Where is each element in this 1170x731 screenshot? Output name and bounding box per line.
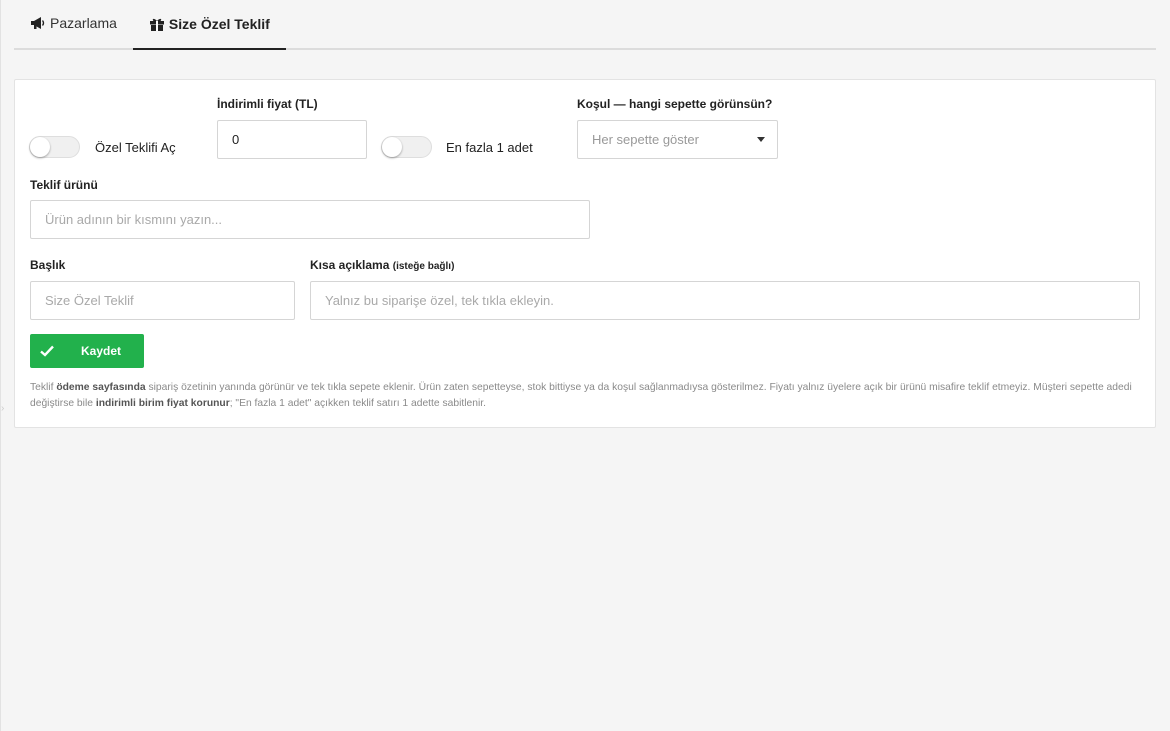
max-one-toggle[interactable] <box>381 136 432 158</box>
caret-down-icon <box>757 137 765 142</box>
tab-bar: Pazarlama Size Özel Teklif <box>14 0 1156 50</box>
help-text-part: Teklif <box>30 382 57 393</box>
condition-selected-value: Her sepette göster <box>592 132 699 147</box>
tab-pazarlama[interactable]: Pazarlama <box>14 0 133 48</box>
toggle-knob <box>382 137 402 157</box>
condition-label: Koşul — hangi sepette görünsün? <box>577 97 773 111</box>
product-label: Teklif ürünü <box>30 178 98 192</box>
condition-select[interactable]: Her sepette göster <box>577 120 778 159</box>
title-input[interactable] <box>30 281 295 320</box>
help-text: Teklif ödeme sayfasında sipariş özetinin… <box>30 380 1140 412</box>
help-text-part: ; "En fazla 1 adet" açıkken teklif satır… <box>229 398 486 409</box>
save-button-label: Kaydet <box>80 344 121 358</box>
max-one-label: En fazla 1 adet <box>446 140 533 155</box>
chevron-right-icon: › <box>1 403 5 414</box>
check-icon <box>30 334 64 368</box>
save-button[interactable]: Kaydet <box>30 334 144 368</box>
description-label: Kısa açıklama (isteğe bağlı) <box>310 258 454 272</box>
offer-enable-toggle[interactable] <box>29 136 80 158</box>
product-search-input[interactable] <box>30 200 590 239</box>
help-text-emphasis: ödeme sayfasında <box>56 382 146 393</box>
megaphone-icon <box>30 16 46 30</box>
offer-enable-label: Özel Teklifi Aç <box>95 140 176 155</box>
price-input[interactable] <box>217 120 367 159</box>
gift-icon <box>149 17 165 31</box>
offer-settings-panel: Özel Teklifi Aç İndirimli fiyat (TL) En … <box>14 79 1156 428</box>
tab-size-ozel-teklif-label: Size Özel Teklif <box>168 16 270 32</box>
description-input[interactable] <box>310 281 1140 320</box>
description-label-note: (isteğe bağlı) <box>392 261 455 272</box>
title-label: Başlık <box>30 258 66 272</box>
tab-pazarlama-label: Pazarlama <box>50 15 117 31</box>
left-edge-border <box>0 0 1 731</box>
toggle-knob <box>30 137 50 157</box>
help-text-emphasis: indirimli birim fiyat korunur <box>95 398 230 409</box>
price-label: İndirimli fiyat (TL) <box>217 97 318 111</box>
tab-size-ozel-teklif[interactable]: Size Özel Teklif <box>132 0 286 50</box>
description-label-text: Kısa açıklama <box>310 258 390 272</box>
